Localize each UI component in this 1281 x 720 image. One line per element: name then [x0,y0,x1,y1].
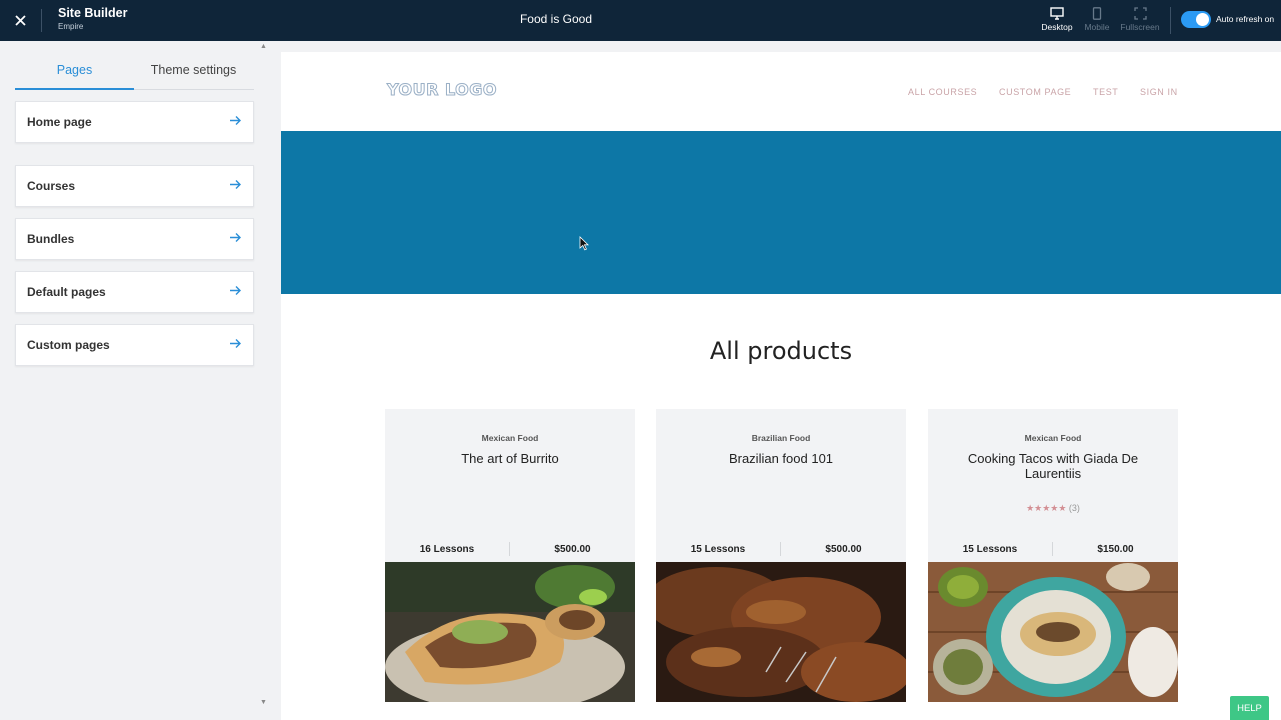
sidebar-item-bundles[interactable]: Bundles [15,218,254,260]
product-category: Mexican Food [1024,433,1082,443]
scroll-down-arrow-icon[interactable]: ▼ [260,699,268,706]
arrow-right-icon [230,116,241,125]
mobile-view-button[interactable]: Mobile [1077,6,1117,36]
sidebar-item-label: Custom pages [27,338,110,352]
rating-count: (3) [1068,503,1080,513]
sidebar-item-label: Default pages [27,285,106,299]
auto-refresh-toggle[interactable] [1181,11,1211,28]
sidebar-item-custom-pages[interactable]: Custom pages [15,324,254,366]
desktop-view-button[interactable]: Desktop [1037,6,1077,36]
auto-refresh-label: Auto refresh on [1216,14,1275,24]
fullscreen-view-label: Fullscreen [1120,22,1160,32]
site-preview: YOUR LOGO ALL COURSES CUSTOM PAGE TEST S… [281,52,1281,720]
product-category: Brazilian Food [751,433,811,443]
tab-theme-settings[interactable]: Theme settings [134,55,253,90]
arrow-right-icon [230,286,241,295]
arrow-right-icon [230,180,241,189]
product-meta: 15 Lessons $500.00 [656,542,906,558]
sidebar-item-default-pages[interactable]: Default pages [15,271,254,313]
mobile-view-label: Mobile [1084,22,1110,32]
mouse-cursor-icon [579,236,589,251]
help-button[interactable]: HELP [1230,696,1269,720]
product-card[interactable]: Mexican Food Cooking Tacos with Giada De… [928,409,1178,702]
lesson-count: 15 Lessons [962,544,1018,555]
sidebar-tabs: Pages Theme settings [15,55,254,90]
lesson-count: 15 Lessons [690,544,746,555]
nav-link-custom-page[interactable]: CUSTOM PAGE [999,87,1071,97]
grilled-meat-photo [656,562,906,702]
product-title: Brazilian food 101 [728,451,834,466]
product-price: $500.00 [554,544,591,555]
section-heading: All products [709,337,853,365]
site-title: Food is Good [519,12,593,26]
sidebar-item-label: Courses [27,179,76,193]
toggle-knob [1196,13,1209,26]
tacos-photo [928,562,1178,702]
product-meta: 16 Lessons $500.00 [385,542,635,558]
nav-link-all-courses[interactable]: ALL COURSES [908,87,977,97]
lesson-count: 16 Lessons [419,544,475,555]
sidebar-item-label: Bundles [27,232,75,246]
top-bar: Site Builder Empire Food is Good Desktop… [0,0,1281,41]
fullscreen-icon [1133,7,1147,20]
nav-link-test[interactable]: TEST [1093,87,1118,97]
hero-banner [281,131,1281,294]
mobile-icon [1092,7,1102,20]
divider [1170,7,1171,34]
rating-stars-icon: ★★★★★ [1026,503,1067,513]
tab-pages[interactable]: Pages [15,55,134,90]
scroll-up-arrow-icon[interactable]: ▲ [260,43,268,50]
product-meta: 15 Lessons $150.00 [928,542,1178,558]
product-card[interactable]: Brazilian Food Brazilian food 101 15 Les… [656,409,906,702]
sidebar: ▲ Pages Theme settings Home page Courses… [0,41,268,720]
sidebar-item-label: Home page [27,115,92,129]
site-logo[interactable]: YOUR LOGO [387,80,497,100]
desktop-icon [1050,7,1064,20]
sidebar-item-courses[interactable]: Courses [15,165,254,207]
product-price: $500.00 [825,544,862,555]
nav-link-sign-in[interactable]: SIGN IN [1140,87,1178,97]
product-rating: ★★★★★ (3) [928,503,1178,514]
arrow-right-icon [230,339,241,348]
desktop-view-label: Desktop [1041,22,1073,32]
product-title: Cooking Tacos with Giada De Laurentiis [967,451,1139,481]
product-card[interactable]: Mexican Food The art of Burrito 16 Lesso… [385,409,635,702]
product-price: $150.00 [1097,544,1134,555]
product-category: Mexican Food [481,433,539,443]
fullscreen-view-button[interactable]: Fullscreen [1120,6,1160,36]
sidebar-item-home-page[interactable]: Home page [15,101,254,143]
product-title: The art of Burrito [461,451,559,466]
burrito-photo [385,562,635,702]
arrow-right-icon [230,233,241,242]
